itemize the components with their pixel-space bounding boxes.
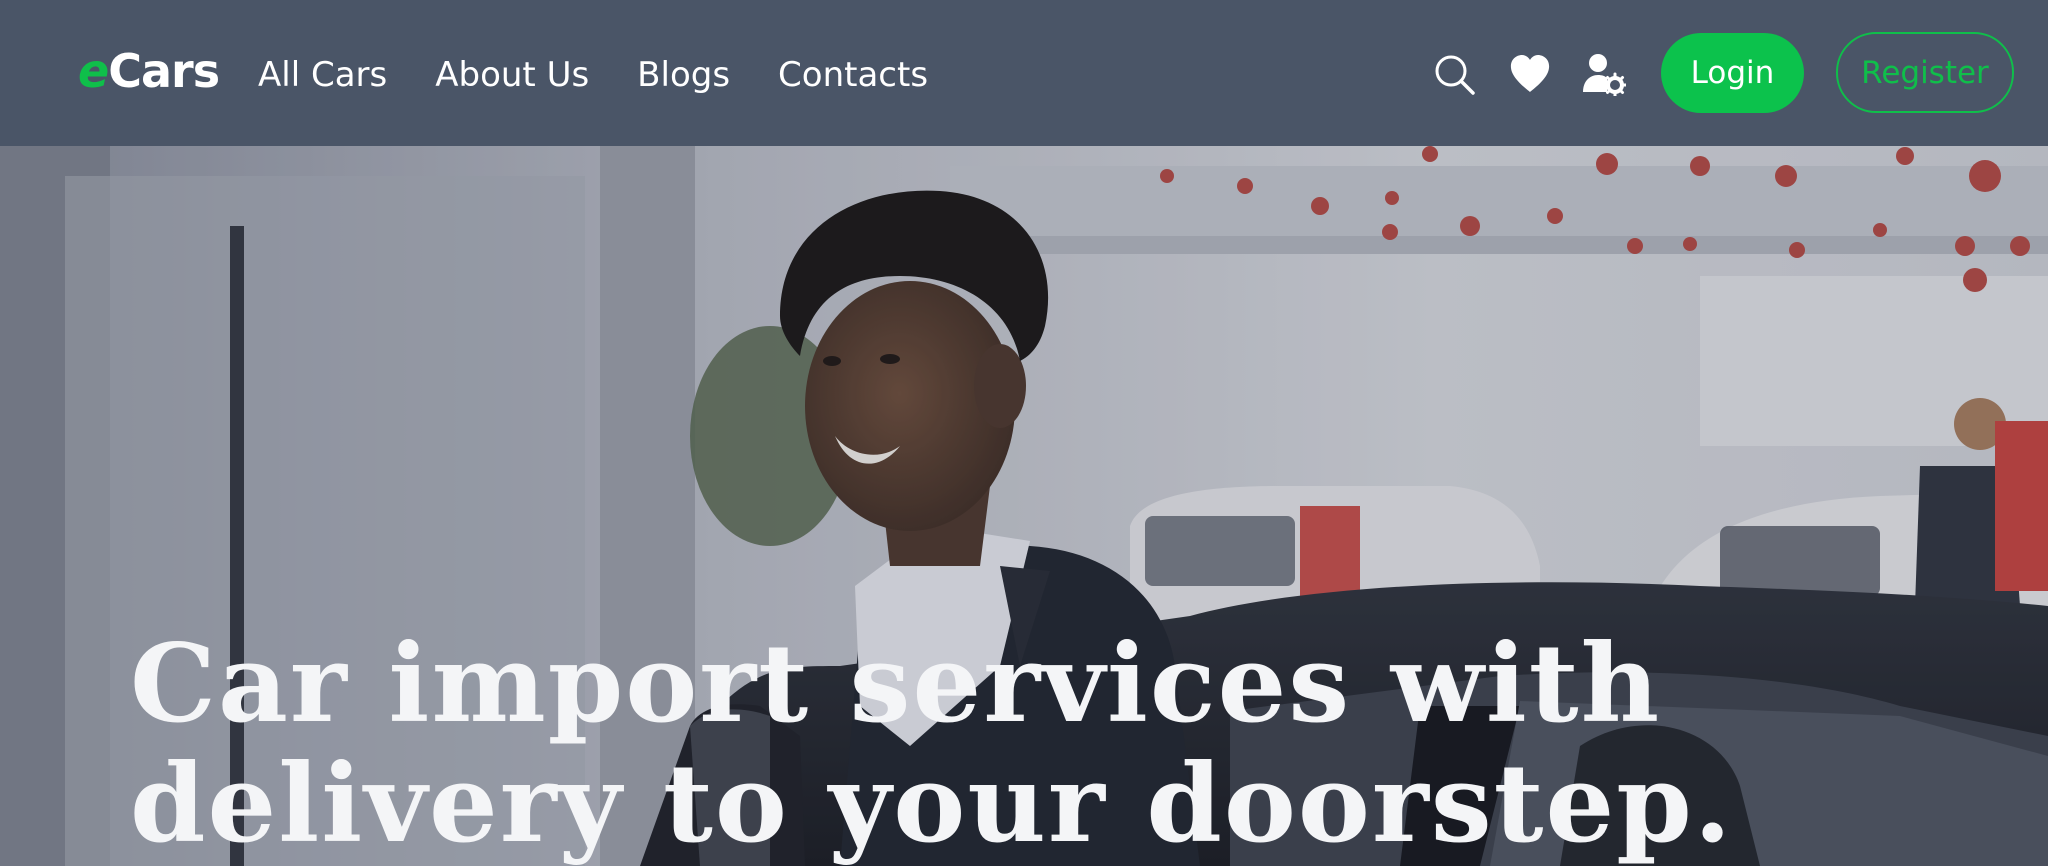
hero-headline-line1: Car import services with	[130, 621, 1662, 747]
heart-icon[interactable]	[1508, 52, 1552, 96]
hero-headline-line2: delivery to your doorstep.	[130, 741, 1734, 866]
logo-letter-e: e	[78, 44, 109, 98]
logo-word-cars: Cars	[108, 44, 220, 98]
nav-link-all-cars[interactable]: All Cars	[258, 52, 387, 98]
nav-link-contacts[interactable]: Contacts	[778, 52, 928, 98]
user-settings-icon-graphic	[1583, 54, 1626, 96]
main-nav: All Cars About Us Blogs Contacts	[258, 52, 928, 98]
top-navbar: eCars All Cars About Us Blogs Contacts L…	[0, 0, 2048, 146]
login-button[interactable]: Login	[1661, 33, 1804, 113]
search-icon-graphic	[1435, 55, 1475, 95]
user-settings-icon[interactable]	[1582, 52, 1626, 96]
register-button[interactable]: Register	[1836, 32, 2014, 113]
heart-icon-graphic	[1510, 55, 1550, 92]
ecars-logo[interactable]: eCars	[78, 36, 220, 106]
hero-headline: Car import services with delivery to you…	[130, 621, 1734, 866]
nav-link-blogs[interactable]: Blogs	[637, 52, 730, 98]
search-icon[interactable]	[1432, 52, 1476, 96]
hero-banner: Car import services with delivery to you…	[0, 146, 2048, 866]
nav-link-about-us[interactable]: About Us	[435, 52, 589, 98]
